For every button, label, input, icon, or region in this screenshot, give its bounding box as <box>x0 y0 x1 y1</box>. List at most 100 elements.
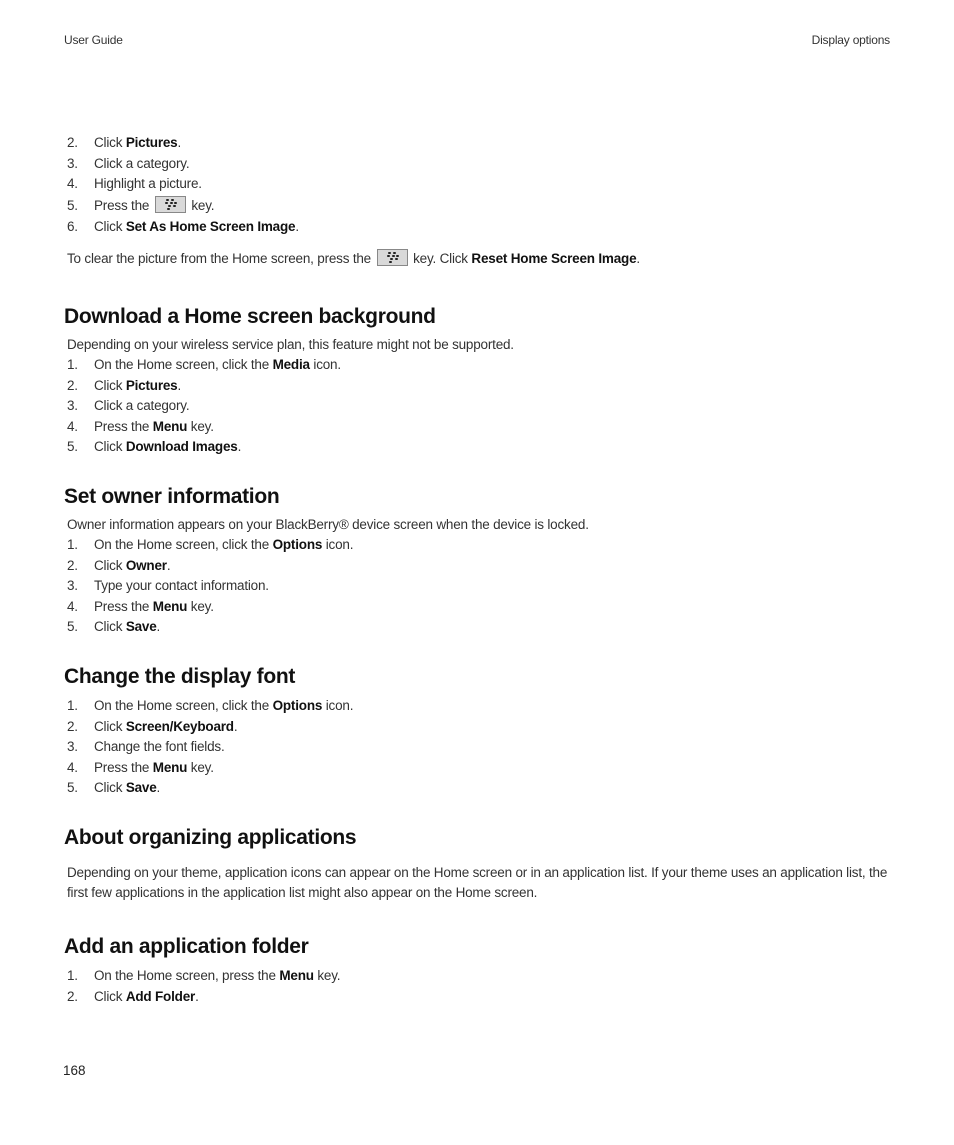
note-text: . <box>636 251 640 266</box>
section-heading: Change the display font <box>64 665 296 688</box>
step-number: 2. <box>67 718 78 734</box>
step-bold-term: Media <box>272 357 310 372</box>
step-text: key. <box>187 598 214 614</box>
list-item: 5. Click Save. <box>64 617 890 638</box>
step-number: 3. <box>67 155 78 171</box>
step-text: . <box>237 439 242 455</box>
section-heading: About organizing applications <box>64 826 357 849</box>
list-item: 2. Click Pictures. <box>64 133 890 154</box>
list-item: 2. Click Add Folder. <box>64 987 890 1008</box>
list-item: 2. Click Owner. <box>64 556 890 577</box>
list-item: 6. Click Set As Home Screen Image. <box>64 217 890 238</box>
list-item: 1. On the Home screen, press the Menu key… <box>64 966 890 987</box>
running-header-title: User Guide <box>64 33 123 47</box>
step-number: 4. <box>67 598 78 614</box>
step-text: Click a category. <box>94 398 190 414</box>
list-item: 2. Click Screen/Keyboard. <box>64 717 890 738</box>
step-number: 5. <box>67 619 78 635</box>
step-number: 2. <box>67 988 78 1004</box>
list-item: 4. Highlight a picture. <box>64 174 890 195</box>
step-number: 2. <box>67 557 78 573</box>
steps-list: 1. On the Home screen, click the Options … <box>64 696 890 799</box>
step-bold-term: Options <box>272 698 323 713</box>
step-bold-term: Screen/Keyboard <box>125 718 234 734</box>
step-bold-term: Owner <box>125 557 167 573</box>
step-text: On the Home screen, click the <box>94 537 273 552</box>
list-item: 5. Press the key. <box>64 195 890 217</box>
list-item: 3. Click a category. <box>64 396 890 417</box>
step-text: On the Home screen, click the <box>94 698 273 713</box>
list-item: 4. Press the Menu key. <box>64 417 890 438</box>
step-bold-term: Menu <box>152 759 188 775</box>
step-text: Click a category. <box>94 155 190 171</box>
section-add-application-folder: Add an application folder 1. On the Home … <box>64 934 890 1007</box>
step-bold-term: Pictures <box>125 135 178 150</box>
step-number: 2. <box>67 377 78 393</box>
step-number: 1. <box>67 357 78 372</box>
step-text: Press the <box>94 418 153 434</box>
step-text: Type your contact information. <box>94 578 269 594</box>
step-number: 3. <box>67 578 78 594</box>
step-text: Highlight a picture. <box>94 176 202 192</box>
step-text: Click <box>94 619 126 635</box>
step-text: Click <box>94 780 126 796</box>
section-heading: Download a Home screen background <box>64 305 436 328</box>
list-item: 4. Press the Menu key. <box>64 597 890 618</box>
clear-picture-note: To clear the picture from the Home scree… <box>64 249 890 269</box>
step-text: icon. <box>322 698 354 713</box>
step-number: 1. <box>67 968 78 983</box>
step-text: . <box>195 988 199 1004</box>
note-text: key. Click <box>409 251 472 266</box>
step-text: Press the <box>94 197 153 213</box>
step-text: Click <box>94 718 126 734</box>
step-text: icon. <box>322 537 354 552</box>
list-item: 2. Click Pictures. <box>64 376 890 397</box>
steps-list: 1. On the Home screen, press the Menu key… <box>64 966 890 1007</box>
step-text: key. <box>187 197 215 213</box>
step-text: . <box>156 619 161 635</box>
step-bold-term: Menu <box>152 418 188 434</box>
step-text: key. <box>187 759 214 775</box>
step-text: key. <box>187 418 214 434</box>
section-change-display-font: Change the display font 1. On the Home sc… <box>64 664 890 799</box>
step-text: key. <box>313 968 341 983</box>
step-bold-term: Options <box>272 537 323 552</box>
blackberry-menu-key-icon <box>154 196 186 214</box>
note-bold-term: Reset Home Screen Image <box>471 251 637 266</box>
step-bold-term: Set As Home Screen Image <box>125 218 296 234</box>
list-item: 5. Click Save. <box>64 778 890 799</box>
step-number: 5. <box>67 439 78 455</box>
step-number: 1. <box>67 537 78 552</box>
step-number: 5. <box>67 780 78 796</box>
step-text: . <box>166 557 171 573</box>
continued-steps-list: 2. Click Pictures. 3. Click a category. 4.… <box>64 133 890 237</box>
continued-steps-block: 2. Click Pictures. 3. Click a category. 4.… <box>64 133 890 237</box>
step-bold-term: Download Images <box>125 439 238 455</box>
step-text: Change the font fields. <box>94 739 225 755</box>
step-bold-term: Pictures <box>125 377 178 393</box>
section-intro: Depending on your wireless service plan,… <box>67 337 514 352</box>
running-header-section: Display options <box>811 33 891 47</box>
step-number: 1. <box>67 698 78 713</box>
step-number: 4. <box>67 418 78 434</box>
list-item: 3. Type your contact information. <box>64 576 890 597</box>
step-text: . <box>295 218 299 234</box>
list-item: 3. Change the font fields. <box>64 737 890 758</box>
step-number: 6. <box>67 218 78 234</box>
step-number: 5. <box>67 197 78 213</box>
step-text: Click <box>94 557 126 573</box>
blackberry-menu-key-icon <box>376 249 408 267</box>
step-bold-term: Menu <box>152 598 188 614</box>
step-bold-term: Save <box>125 619 157 635</box>
step-text: On the Home screen, press the <box>94 968 280 983</box>
page-number: 168 <box>63 1063 86 1078</box>
step-text: Press the <box>94 598 153 614</box>
step-bold-term: Menu <box>279 968 314 983</box>
list-item: 5. Click Download Images. <box>64 437 890 458</box>
step-text: Press the <box>94 759 153 775</box>
step-text: On the Home screen, click the <box>94 357 273 372</box>
list-item: 3. Click a category. <box>64 154 890 175</box>
list-item: 4. Press the Menu key. <box>64 758 890 779</box>
section-heading: Set owner information <box>64 485 280 508</box>
step-bold-term: Save <box>125 780 157 796</box>
